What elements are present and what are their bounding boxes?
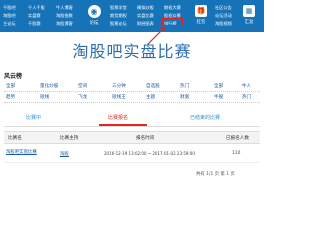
- group-row-1: 全部 量化炒股 空间 三分钟 自选股 热门 全部 牛人: [4, 82, 260, 92]
- group-link[interactable]: 牛人: [242, 83, 251, 89]
- group-link[interactable]: 财富: [180, 94, 189, 100]
- group-link[interactable]: 飞龙: [78, 94, 87, 100]
- tab-registration[interactable]: 比赛报名: [108, 114, 128, 121]
- tab-finished[interactable]: 已结束的比赛: [190, 114, 220, 121]
- contest-name-link[interactable]: 淘股吧实盘比赛: [6, 150, 56, 155]
- registration-count: 110: [232, 151, 241, 156]
- group-title: 风云榜: [4, 73, 23, 80]
- contest-tabs: 比赛中 比赛报名 已结束的比赛: [4, 112, 260, 127]
- group-link[interactable]: 牛股: [214, 94, 223, 100]
- group-link[interactable]: 热门: [242, 94, 251, 100]
- group-link[interactable]: 主题: [146, 94, 155, 100]
- group-link[interactable]: 热门: [180, 83, 189, 89]
- pagination-info: 共有 1/1 页 第 1 页: [196, 172, 235, 177]
- group-link[interactable]: 短线王: [112, 94, 126, 100]
- table-row: 淘股吧实盘比赛 淘股 2016-12-19 13:02:00 ~ 2017-01…: [4, 148, 260, 163]
- group-link[interactable]: 趋势: [6, 94, 15, 100]
- group-link[interactable]: 自选股: [146, 83, 160, 89]
- column-header: 报名时间: [136, 136, 155, 141]
- column-header: 比赛名: [8, 136, 22, 141]
- group-row-2: 趋势 短线 飞龙 短线王 主题 财富 牛股 热门: [4, 93, 260, 103]
- table-header: 比赛名 比赛主持 报名时间 已报名人数: [4, 131, 260, 144]
- group-link[interactable]: 短线: [40, 94, 49, 100]
- tab-ongoing[interactable]: 比赛中: [26, 114, 41, 121]
- group-link[interactable]: 全部: [6, 83, 15, 89]
- group-link[interactable]: 空间: [78, 83, 87, 89]
- contest-host-link[interactable]: 淘股: [60, 151, 69, 157]
- registration-time: 2016-12-19 13:02:00 ~ 2017-01-02 23:59:0…: [104, 151, 195, 156]
- group-link[interactable]: 量化炒股: [40, 83, 58, 89]
- page-title: 淘股吧实盘比赛: [72, 42, 192, 61]
- column-header: 比赛主持: [60, 136, 79, 141]
- group-link[interactable]: 三分钟: [112, 83, 126, 89]
- active-tab-indicator: [99, 124, 147, 126]
- column-header: 已报名人数: [226, 136, 249, 141]
- group-link[interactable]: 全部: [214, 83, 223, 89]
